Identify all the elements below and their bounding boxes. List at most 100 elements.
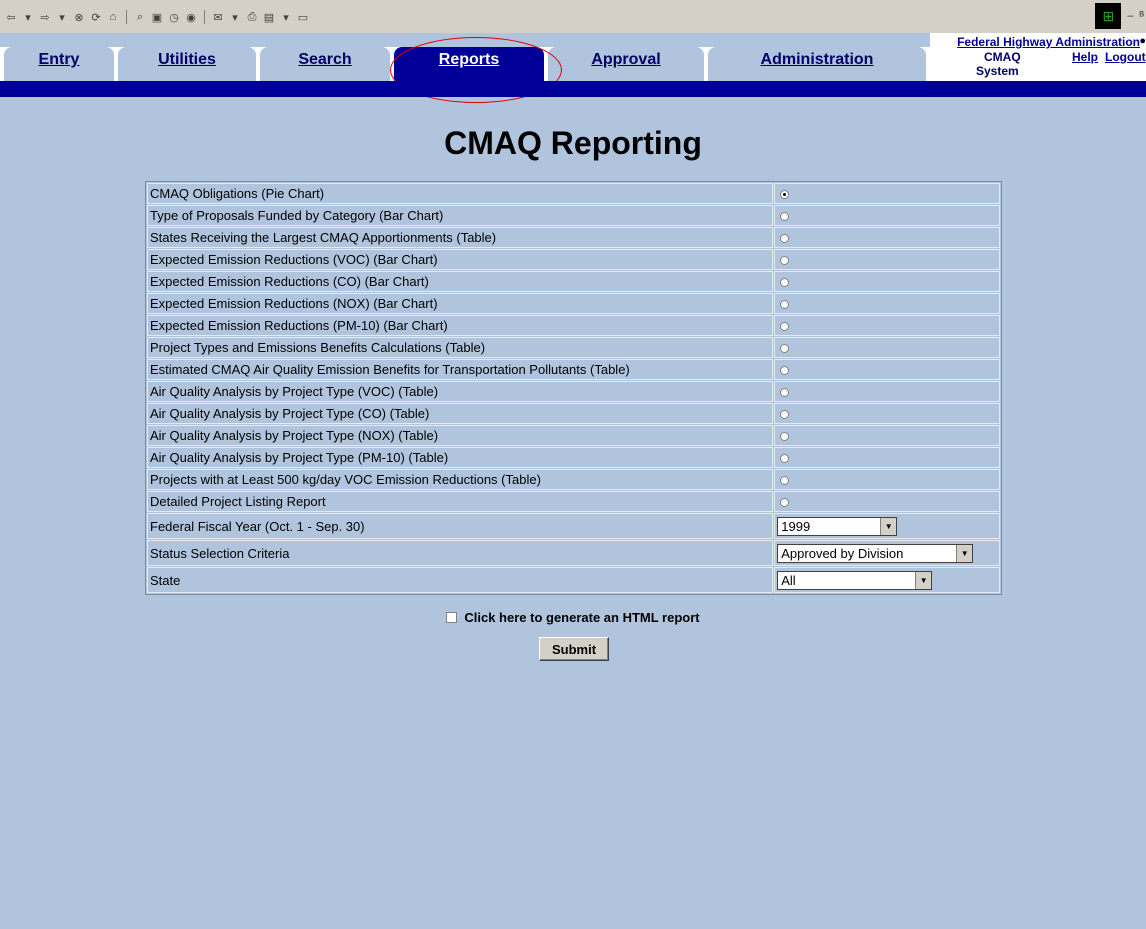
report-radio-cell [774, 293, 1000, 314]
report-radio[interactable] [780, 388, 790, 398]
report-radio-cell [774, 227, 1000, 248]
tab-approval[interactable]: Approval [548, 47, 704, 81]
status-value: Approved by Division [781, 546, 904, 561]
restore-icon[interactable]: ᴮ [1139, 10, 1144, 22]
report-radio[interactable] [780, 344, 790, 354]
report-label: Type of Proposals Funded by Category (Ba… [147, 205, 774, 226]
status-label: Status Selection Criteria [147, 540, 774, 566]
edit-icon[interactable]: ▤ [262, 10, 276, 24]
report-radio[interactable] [780, 498, 790, 508]
back-dropdown-icon[interactable]: ▾ [21, 10, 35, 24]
tab-utilities[interactable]: Utilities [118, 47, 256, 81]
report-radio[interactable] [780, 322, 790, 332]
fiscal-year-select[interactable]: 1999 ▼ [777, 517, 898, 536]
report-radio[interactable] [780, 212, 790, 222]
report-label: Air Quality Analysis by Project Type (CO… [147, 403, 774, 424]
external-link-icon: ● [1139, 35, 1146, 47]
mail-icon[interactable]: ✉ [211, 10, 225, 24]
report-row: CMAQ Obligations (Pie Chart) [147, 183, 1000, 204]
tab-administration[interactable]: Administration [708, 47, 926, 81]
report-label: Expected Emission Reductions (CO) (Bar C… [147, 271, 774, 292]
tab-entry[interactable]: Entry [4, 47, 114, 81]
window-controls: ⊞ – ᴮ [1095, 2, 1144, 30]
discuss-icon[interactable]: ▭ [296, 10, 310, 24]
toolbar-divider [126, 10, 127, 24]
edit-dropdown-icon[interactable]: ▾ [279, 10, 293, 24]
browser-toolbar: ⇦ ▾ ⇨ ▾ ⊗ ⟳ ⌂ ⌕ ▣ ◷ ◉ ✉ ▾ ⎙ ▤ ▾ ▭ ⊞ – ᴮ [0, 0, 1146, 34]
report-row: Estimated CMAQ Air Quality Emission Bene… [147, 359, 1000, 380]
forward-dropdown-icon[interactable]: ▾ [55, 10, 69, 24]
report-radio-cell [774, 315, 1000, 336]
main-nav: Entry Utilities Search Reports Approval … [0, 37, 930, 103]
tab-label: Administration [760, 51, 874, 68]
state-select[interactable]: All ▼ [777, 571, 933, 590]
fiscal-year-cell: 1999 ▼ [774, 513, 1000, 539]
report-row: Expected Emission Reductions (PM-10) (Ba… [147, 315, 1000, 336]
tab-label: Entry [38, 51, 80, 68]
report-radio[interactable] [780, 234, 790, 244]
page-title: CMAQ Reporting [444, 125, 702, 161]
search-icon[interactable]: ⌕ [133, 10, 147, 24]
tab-reports[interactable]: Reports [394, 47, 544, 81]
tab-label: Utilities [158, 51, 216, 68]
report-radio[interactable] [780, 278, 790, 288]
chevron-down-icon[interactable]: ▼ [915, 572, 932, 589]
report-radio[interactable] [780, 190, 790, 200]
html-report-label: Click here to generate an HTML report [464, 610, 700, 625]
report-row: States Receiving the Largest CMAQ Apport… [147, 227, 1000, 248]
tab-label: Reports [438, 51, 500, 68]
report-radio[interactable] [780, 256, 790, 266]
favorites-icon[interactable]: ▣ [150, 10, 164, 24]
report-label: Expected Emission Reductions (NOX) (Bar … [147, 293, 774, 314]
report-radio[interactable] [780, 476, 790, 486]
report-radio-cell [774, 359, 1000, 380]
report-radio[interactable] [780, 454, 790, 464]
report-row: Projects with at Least 500 kg/day VOC Em… [147, 469, 1000, 490]
channels-icon[interactable]: ◉ [184, 10, 198, 24]
mail-dropdown-icon[interactable]: ▾ [228, 10, 242, 24]
report-label: Air Quality Analysis by Project Type (VO… [147, 381, 774, 402]
report-row: Expected Emission Reductions (NOX) (Bar … [147, 293, 1000, 314]
report-label: Detailed Project Listing Report [147, 491, 774, 512]
tab-search[interactable]: Search [260, 47, 390, 81]
report-radio-cell [774, 249, 1000, 270]
report-radio-cell [774, 381, 1000, 402]
report-row: Detailed Project Listing Report [147, 491, 1000, 512]
submit-button[interactable]: Submit [539, 637, 609, 661]
refresh-icon[interactable]: ⟳ [89, 10, 103, 24]
system-name-line1: CMAQ [984, 50, 1021, 64]
status-select[interactable]: Approved by Division ▼ [777, 544, 974, 563]
filter-row-fiscal-year: Federal Fiscal Year (Oct. 1 - Sep. 30) 1… [147, 513, 1000, 539]
report-label: Estimated CMAQ Air Quality Emission Bene… [147, 359, 774, 380]
fhwa-link[interactable]: Federal Highway Administration [957, 35, 1140, 49]
fiscal-year-value: 1999 [781, 519, 811, 534]
report-radio[interactable] [780, 410, 790, 420]
chevron-down-icon[interactable]: ▼ [880, 518, 897, 535]
report-label: Air Quality Analysis by Project Type (NO… [147, 425, 774, 446]
report-radio-cell [774, 205, 1000, 226]
filter-row-status: Status Selection Criteria Approved by Di… [147, 540, 1000, 566]
print-icon[interactable]: ⎙ [245, 10, 259, 24]
state-cell: All ▼ [774, 567, 1000, 593]
html-report-option: Click here to generate an HTML report [0, 610, 1146, 625]
state-value: All [781, 573, 796, 588]
minimize-icon[interactable]: – [1127, 10, 1133, 22]
forward-icon[interactable]: ⇨ [38, 10, 52, 24]
report-row: Air Quality Analysis by Project Type (VO… [147, 381, 1000, 402]
html-report-checkbox[interactable] [446, 612, 458, 624]
home-icon[interactable]: ⌂ [106, 10, 120, 24]
stop-icon[interactable]: ⊗ [72, 10, 86, 24]
system-name: CMAQ System [976, 50, 1021, 78]
header-divider-bar [0, 81, 1146, 97]
report-radio[interactable] [780, 432, 790, 442]
header-links: Federal Highway Administration ● CMAQ Sy… [930, 33, 1146, 81]
history-icon[interactable]: ◷ [167, 10, 181, 24]
back-icon[interactable]: ⇦ [4, 10, 18, 24]
report-label: Project Types and Emissions Benefits Cal… [147, 337, 774, 358]
report-radio[interactable] [780, 300, 790, 310]
chevron-down-icon[interactable]: ▼ [956, 545, 973, 562]
help-link[interactable]: Help [1072, 50, 1098, 64]
report-radio[interactable] [780, 366, 790, 376]
report-row: Expected Emission Reductions (CO) (Bar C… [147, 271, 1000, 292]
logout-link[interactable]: Logout [1105, 50, 1146, 64]
